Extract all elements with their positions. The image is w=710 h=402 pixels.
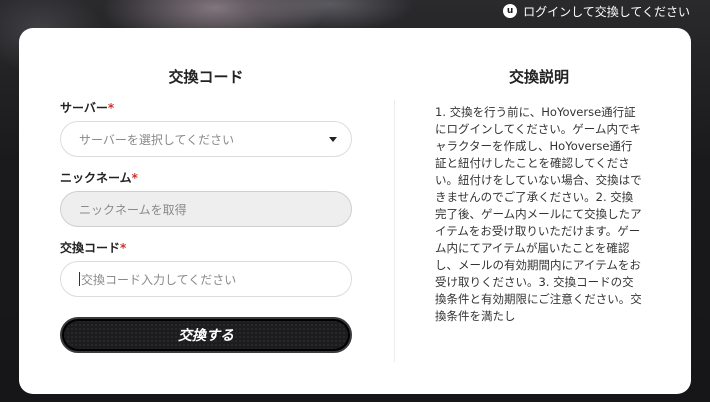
code-label: 交換コード* bbox=[60, 241, 127, 255]
redeem-card: 交換コード サーバー* サーバーを選択してください ニックネーム* ニックネーム… bbox=[19, 28, 691, 394]
text-caret bbox=[79, 272, 80, 286]
redeem-button[interactable]: 交換する bbox=[60, 317, 352, 353]
redeem-info: 交換説明 1. 交換を行う前に、HoYoverse通行証にログインしてください。… bbox=[435, 28, 643, 325]
login-link-text: ログインして交換してください bbox=[523, 4, 690, 19]
top-bar: u ログインして交換してください bbox=[0, 0, 710, 22]
server-select[interactable]: サーバーを選択してください bbox=[60, 121, 352, 157]
info-description: 1. 交換を行う前に、HoYoverse通行証にログインしてください。ゲーム内で… bbox=[435, 105, 642, 323]
code-input-placeholder: 交換コード入力してください bbox=[81, 272, 237, 287]
server-label: サーバー* bbox=[60, 101, 115, 115]
dropdown-arrow-icon bbox=[329, 137, 337, 142]
code-input[interactable]: 交換コード入力してください bbox=[60, 261, 352, 297]
redeem-form: 交換コード サーバー* サーバーを選択してください ニックネーム* ニックネーム… bbox=[60, 28, 352, 353]
nickname-field[interactable]: ニックネームを取得 bbox=[60, 191, 352, 227]
required-mark: * bbox=[120, 241, 127, 255]
login-link[interactable]: u ログインして交換してください bbox=[503, 3, 690, 20]
user-icon: u bbox=[503, 4, 518, 18]
required-mark: * bbox=[131, 171, 138, 185]
nickname-field-placeholder: ニックネームを取得 bbox=[79, 202, 187, 217]
column-divider bbox=[394, 100, 395, 362]
info-title: 交換説明 bbox=[508, 68, 569, 86]
form-title: 交換コード bbox=[168, 68, 244, 86]
required-mark: * bbox=[107, 101, 115, 115]
server-select-placeholder: サーバーを選択してください bbox=[79, 132, 235, 147]
nickname-label: ニックネーム* bbox=[60, 171, 138, 185]
